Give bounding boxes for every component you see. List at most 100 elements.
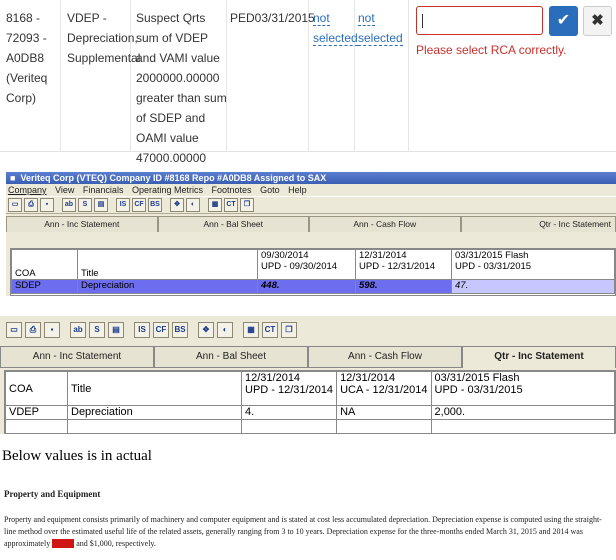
title-cell[interactable]: Depreciation <box>67 405 242 420</box>
highlighted-value: $2,000 <box>52 539 75 548</box>
coa-cell[interactable]: VDEP <box>5 405 68 420</box>
save-icon[interactable]: ▪ <box>44 322 60 338</box>
title-header: Title <box>67 371 242 406</box>
period-header: 12/31/2014 UCA - 12/31/2014 <box>336 371 432 406</box>
cf-icon[interactable]: CF <box>132 198 146 212</box>
period-date: 12/31/2014 <box>245 372 301 385</box>
bs-icon[interactable]: BS <box>172 322 188 338</box>
period-update: UPD - 12/31/2014 <box>359 261 436 272</box>
doc-icon[interactable]: ▤ <box>94 198 108 212</box>
not-selected-link-1[interactable]: not selected <box>313 8 358 48</box>
save-icon[interactable]: ▪ <box>40 198 54 212</box>
period-header: 09/30/2014 UPD - 09/30/2014 <box>257 249 356 280</box>
title-header: Title <box>77 249 258 280</box>
not-selected-link-2[interactable]: not selected <box>358 8 403 48</box>
column-divider <box>408 0 409 152</box>
nav-icon[interactable]: ✥ <box>170 198 184 212</box>
window-icon[interactable]: ❐ <box>240 198 254 212</box>
grid-header-row: COA Title 12/31/2014 UPD - 12/31/2014 12/… <box>5 371 616 406</box>
ct-icon[interactable]: CT <box>262 322 278 338</box>
period-update: UPD - 03/31/2015 <box>434 384 523 396</box>
period-date: 09/30/2014 <box>261 250 309 262</box>
validation-error: Please select RCA correctly. <box>416 43 567 57</box>
print-icon[interactable]: ⎙ <box>24 198 38 212</box>
data-grid: COA Title 12/31/2014 UPD - 12/31/2014 12/… <box>4 370 616 434</box>
toolbar: ▭ ⎙ ▪ ab S ▤ IS CF BS ✥ ◐ ▦ CT ❐ <box>6 196 616 214</box>
tab-ann-bal-sheet[interactable]: Ann - Bal Sheet <box>154 346 308 368</box>
note-text: Below values is in actual <box>2 448 152 464</box>
nav2-icon[interactable]: ◐ <box>186 198 200 212</box>
menu-help[interactable]: Help <box>288 185 307 195</box>
value-cell[interactable]: 448. <box>257 279 356 294</box>
not-selected-label[interactable]: not selected <box>313 11 358 46</box>
is-icon[interactable]: IS <box>134 322 150 338</box>
coa-cell[interactable]: SDEP <box>11 279 78 294</box>
tab-qtr-inc-statement[interactable]: Qtr - Inc Statement <box>460 216 616 232</box>
title-cell[interactable]: Depreciation <box>77 279 258 294</box>
bs-icon[interactable]: BS <box>148 198 162 212</box>
table-row[interactable]: VDEP Depreciation 4. NA 2,000. <box>5 405 616 420</box>
value-cell[interactable]: NA <box>336 405 432 420</box>
value-cell[interactable]: 598. <box>355 279 452 294</box>
close-icon: ✖ <box>591 12 604 29</box>
abc-icon[interactable]: ab <box>70 322 86 338</box>
value-cell[interactable]: 4. <box>240 405 338 420</box>
menu-operating-metrics[interactable]: Operating Metrics <box>132 185 203 195</box>
abc-icon[interactable]: ab <box>62 198 76 212</box>
doc-icon[interactable]: ▤ <box>108 322 124 338</box>
ct-icon[interactable]: CT <box>224 198 238 212</box>
open-icon[interactable]: ▭ <box>8 198 22 212</box>
menu-goto[interactable]: Goto <box>260 185 280 195</box>
period-date: 03/31/2015 Flash <box>455 250 529 262</box>
period-update: UPD - 03/31/2015 <box>455 261 532 272</box>
company-id-cell: 8168 - 72093 - A0DB8 (Veriteq Corp) <box>6 11 48 105</box>
tab-ann-cash-flow[interactable]: Ann - Cash Flow <box>308 346 462 368</box>
not-selected-label[interactable]: not selected <box>358 11 403 46</box>
period-update: UPD - 09/30/2014 <box>261 261 338 272</box>
value-cell[interactable]: 2,000. <box>430 405 616 420</box>
nav-icon[interactable]: ✥ <box>198 322 214 338</box>
s-icon[interactable]: S <box>89 322 105 338</box>
cf-icon[interactable]: CF <box>153 322 169 338</box>
nav2-icon[interactable]: ◐ <box>217 322 233 338</box>
rca-input[interactable] <box>416 6 543 35</box>
value-cell[interactable]: 47. <box>451 279 615 294</box>
chart-icon[interactable]: ▦ <box>243 322 259 338</box>
period-header: 03/31/2015 Flash UPD - 03/31/2015 <box>430 371 616 406</box>
chart-icon[interactable]: ▦ <box>208 198 222 212</box>
check-icon: ✔ <box>556 12 571 29</box>
app-window-1: ■ Veriteq Corp (VTEQ) Company ID #8168 R… <box>6 172 616 296</box>
tab-ann-bal-sheet[interactable]: Ann - Bal Sheet <box>157 216 309 232</box>
period-header: 03/31/2015 Flash UPD - 03/31/2015 <box>451 249 615 280</box>
period-header: 12/31/2014 UPD - 12/31/2014 <box>240 371 338 406</box>
data-grid: COA Title 09/30/2014 UPD - 09/30/2014 12/… <box>10 248 616 296</box>
coa-description-cell: VDEP - Depreciation, Supplemental <box>67 11 141 65</box>
app-window-2: ▭ ⎙ ▪ ab S ▤ IS CF BS ✥ ◐ ▦ CT ❐ Ann - I… <box>0 316 616 434</box>
app-icon: ■ <box>10 173 16 183</box>
confirm-button[interactable]: ✔ <box>549 6 578 36</box>
cancel-button[interactable]: ✖ <box>583 6 612 36</box>
coa-header: COA <box>11 249 78 280</box>
period-header: 12/31/2014 UPD - 12/31/2014 <box>355 249 452 280</box>
tab-ann-inc-statement[interactable]: Ann - Inc Statement <box>0 346 154 368</box>
period-update: UCA - 12/31/2014 <box>340 384 428 396</box>
is-icon[interactable]: IS <box>116 198 130 212</box>
menu-view[interactable]: View <box>55 185 74 195</box>
menu-financials[interactable]: Financials <box>83 185 124 195</box>
toolbar: ▭ ⎙ ▪ ab S ▤ IS CF BS ✥ ◐ ▦ CT ❐ <box>0 316 616 344</box>
tab-ann-inc-statement[interactable]: Ann - Inc Statement <box>6 216 158 232</box>
menu-footnotes[interactable]: Footnotes <box>212 185 252 195</box>
column-divider <box>354 0 355 152</box>
period-date: 12/31/2014 <box>359 250 407 262</box>
menu-company[interactable]: Company <box>8 185 47 195</box>
tab-qtr-inc-statement[interactable]: Qtr - Inc Statement <box>462 346 616 368</box>
open-icon[interactable]: ▭ <box>6 322 22 338</box>
table-row[interactable]: SDEP Depreciation 448. 598. 47. <box>11 279 615 294</box>
window-icon[interactable]: ❐ <box>281 322 297 338</box>
rca-row: 8168 - 72093 - A0DB8 (Veriteq Corp) VDEP… <box>0 0 616 165</box>
s-icon[interactable]: S <box>78 198 92 212</box>
print-icon[interactable]: ⎙ <box>25 322 41 338</box>
window-title-bar: ■ Veriteq Corp (VTEQ) Company ID #8168 R… <box>6 172 616 184</box>
document-paragraph: Property and equipment consists primaril… <box>4 514 612 550</box>
tab-ann-cash-flow[interactable]: Ann - Cash Flow <box>309 216 461 232</box>
